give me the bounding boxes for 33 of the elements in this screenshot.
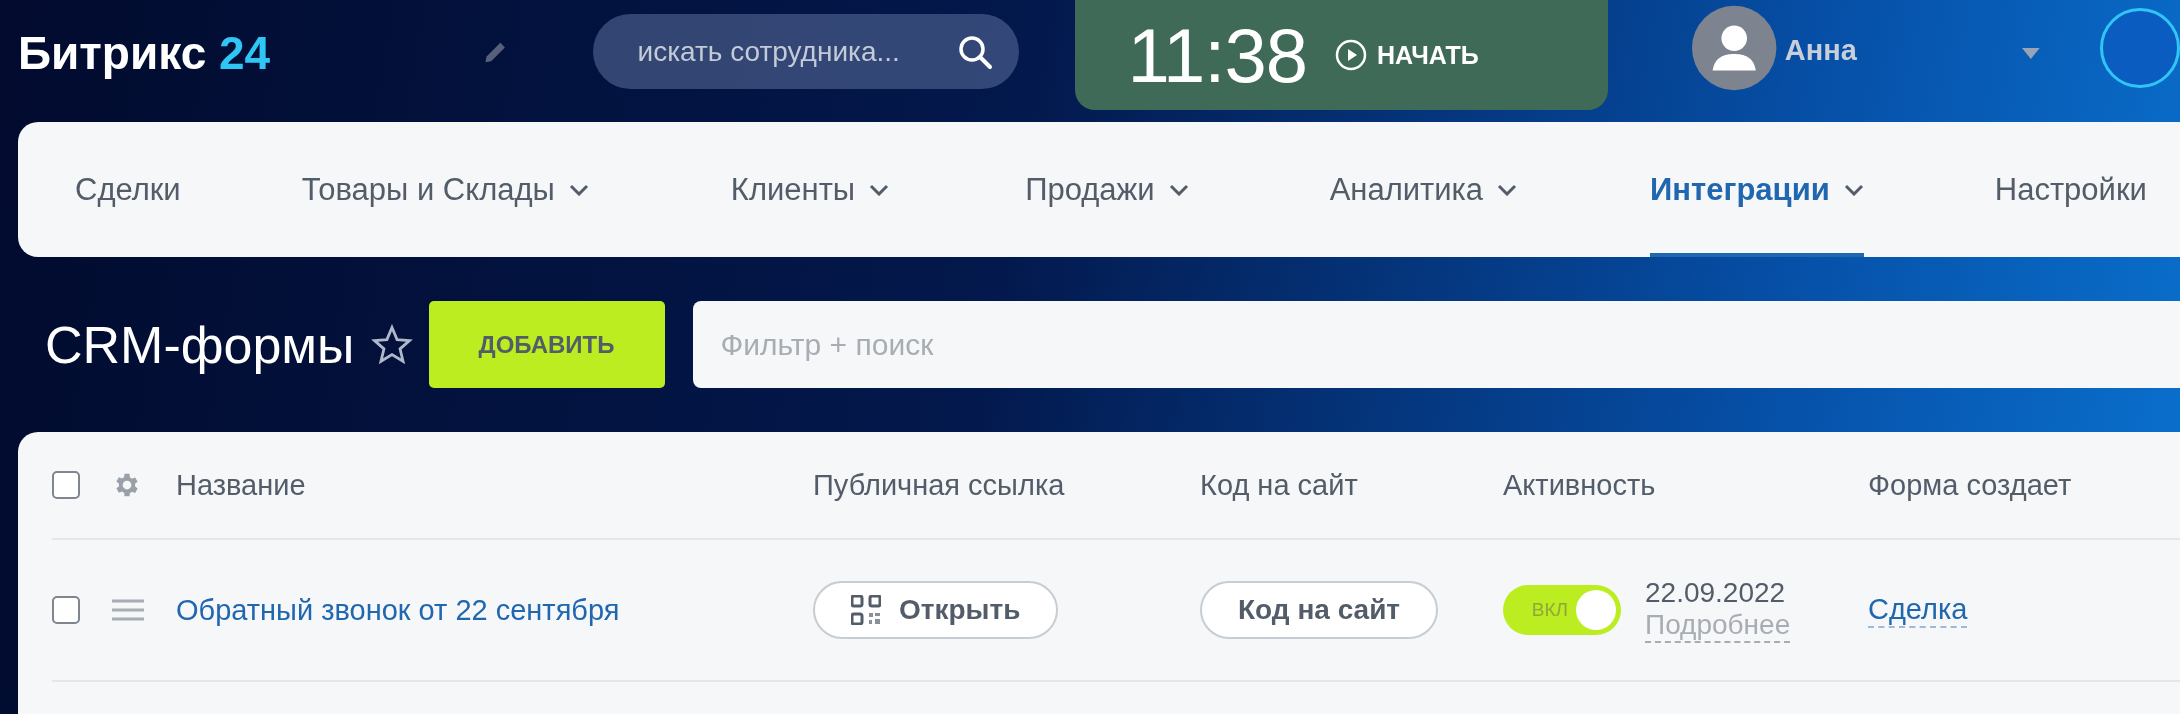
play-icon [1335, 39, 1367, 71]
user-avatar[interactable] [1692, 5, 1777, 91]
column-header: Код на сайт [1200, 468, 1359, 502]
open-button[interactable]: Открыть [813, 581, 1059, 639]
date-text: 22.09.2022 [1645, 577, 1787, 609]
caret-icon[interactable] [2022, 48, 2040, 60]
nav-tab[interactable]: Клиенты [730, 122, 890, 257]
search-icon[interactable] [957, 34, 994, 70]
user-name[interactable]: Анна [1784, 34, 2021, 67]
star-icon[interactable] [370, 323, 413, 366]
form-name-link[interactable]: Обратный звонок от 22 сентября [176, 593, 813, 627]
nav-tab[interactable]: Аналитика [1329, 122, 1518, 257]
filter-field[interactable]: Фильтр + поиск [692, 301, 2180, 388]
nav-tab[interactable]: Продажи [1025, 122, 1189, 257]
drag-handle-icon[interactable] [112, 598, 144, 622]
nav-tab[interactable]: Настройки [1994, 122, 2147, 257]
clock-time: 11:38 [1127, 11, 1307, 99]
column-header: Форма создает [1868, 468, 2073, 502]
nav-tab[interactable]: Интеграции [1650, 122, 1864, 257]
add-button[interactable]: ДОБАВИТЬ [428, 301, 665, 388]
checkbox[interactable] [52, 596, 80, 624]
nav-tab[interactable]: Сделки [75, 122, 181, 257]
site-code-button[interactable]: Код на сайт [1200, 581, 1439, 639]
column-header: Название [176, 468, 307, 502]
logo[interactable]: Битрикс 24 [18, 26, 441, 80]
column-header: Активность [1503, 468, 1657, 502]
page-title: CRM-формы [45, 314, 355, 375]
checkbox[interactable] [52, 471, 80, 499]
qr-code-icon [851, 595, 881, 625]
column-header: Публичная ссылка [813, 468, 1066, 502]
deal-link[interactable]: Сделка [1868, 592, 1968, 628]
nav-tab[interactable]: Товары и Склады [301, 122, 589, 257]
start-button[interactable]: НАЧАТЬ [1335, 39, 1479, 71]
